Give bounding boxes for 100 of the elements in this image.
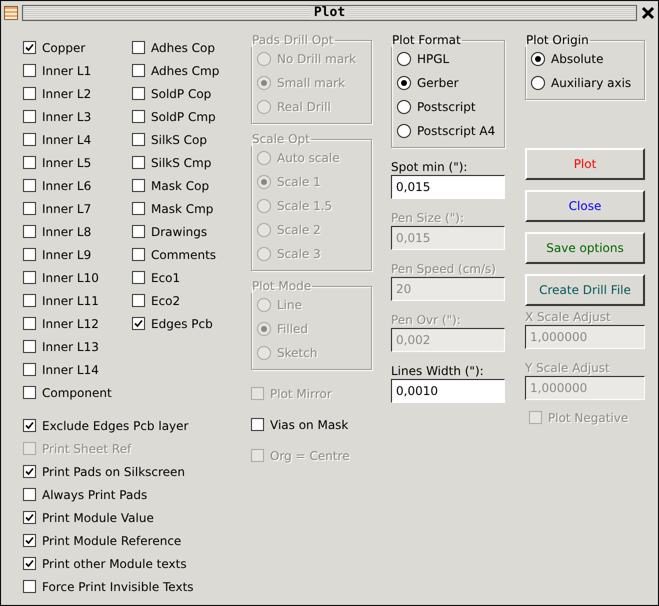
input-field[interactable]: 0,0010 bbox=[391, 379, 505, 403]
dialog-button[interactable]: Save options bbox=[525, 232, 645, 264]
group-title: Scale Opt bbox=[251, 132, 311, 146]
radio-label: No Drill mark bbox=[277, 52, 356, 66]
checkbox[interactable] bbox=[23, 225, 36, 238]
checkbox[interactable] bbox=[132, 225, 145, 238]
radio-label: Scale 1.5 bbox=[277, 199, 332, 213]
checkbox[interactable] bbox=[23, 41, 36, 54]
checkbox[interactable] bbox=[23, 271, 36, 284]
field-label: Pen Speed (cm/s) bbox=[391, 261, 497, 277]
checkbox-label: Component bbox=[42, 386, 112, 400]
checkbox[interactable] bbox=[132, 294, 145, 307]
checkbox[interactable] bbox=[132, 248, 145, 261]
dialog-button[interactable]: Plot bbox=[525, 148, 645, 180]
checkbox[interactable] bbox=[23, 363, 36, 376]
checkbox-label: Inner L4 bbox=[42, 132, 92, 146]
checkbox[interactable] bbox=[23, 534, 36, 547]
radio-label: Postscript bbox=[417, 100, 476, 114]
checkbox-label: Inner L3 bbox=[42, 110, 92, 124]
checkbox-label: Mask Cmp bbox=[151, 202, 214, 216]
field-label: Y Scale Adjust bbox=[525, 360, 611, 376]
radio-button[interactable] bbox=[397, 124, 411, 138]
dialog-button[interactable]: Create Drill File bbox=[525, 274, 645, 306]
checkbox[interactable] bbox=[23, 248, 36, 261]
radio-button[interactable] bbox=[531, 76, 545, 90]
checkbox[interactable] bbox=[132, 202, 145, 215]
radio-label: HPGL bbox=[417, 52, 450, 66]
checkbox-label: Vias on Mask bbox=[270, 418, 348, 432]
checkbox[interactable] bbox=[23, 156, 36, 169]
checkbox[interactable] bbox=[132, 64, 145, 77]
checkbox-label: Inner L13 bbox=[42, 340, 99, 354]
radio-label: Real Drill bbox=[277, 100, 331, 114]
checkbox[interactable] bbox=[132, 156, 145, 169]
checkbox-label: Print other Module texts bbox=[42, 556, 187, 570]
field-label: Spot min ("): bbox=[391, 159, 468, 175]
checkbox[interactable] bbox=[132, 179, 145, 192]
window-menu-icon[interactable] bbox=[4, 6, 18, 20]
checkbox[interactable] bbox=[132, 87, 145, 100]
radio-button[interactable] bbox=[397, 100, 411, 114]
checkbox-label: Force Print Invisible Texts bbox=[42, 580, 194, 594]
checkbox-label: Inner L12 bbox=[42, 316, 99, 330]
checkbox-label: SilkS Cmp bbox=[151, 156, 212, 170]
checkbox-label: Eco2 bbox=[151, 294, 180, 308]
checkbox-label: Adhes Cmp bbox=[151, 64, 220, 78]
radio-label: Scale 2 bbox=[277, 223, 321, 237]
checkbox[interactable] bbox=[251, 418, 264, 431]
radio-label: Filled bbox=[277, 322, 308, 336]
checkbox-label: Inner L11 bbox=[42, 294, 99, 308]
checkbox[interactable] bbox=[132, 133, 145, 146]
checkbox-label: Print Sheet Ref bbox=[42, 442, 132, 456]
checkbox[interactable] bbox=[132, 317, 145, 330]
radio-button[interactable] bbox=[397, 76, 411, 90]
checkbox-label: Print Module Reference bbox=[42, 534, 182, 548]
checkbox-label: Comments bbox=[151, 248, 216, 262]
radio-label: Auxiliary axis bbox=[551, 76, 632, 90]
radio-label: Auto scale bbox=[277, 151, 340, 165]
group-title: Pads Drill Opt bbox=[251, 33, 334, 47]
checkbox-label: Inner L9 bbox=[42, 248, 92, 262]
input-field[interactable]: 0,015 bbox=[391, 175, 505, 199]
checkbox[interactable] bbox=[23, 64, 36, 77]
radio-button[interactable] bbox=[531, 52, 545, 66]
checkbox-label: Inner L14 bbox=[42, 362, 99, 376]
radio-label: Scale 3 bbox=[277, 247, 321, 261]
close-icon[interactable] bbox=[641, 6, 655, 20]
checkbox[interactable] bbox=[23, 202, 36, 215]
checkbox[interactable] bbox=[23, 340, 36, 353]
checkbox-label: Print Module Value bbox=[42, 510, 154, 524]
group-title: Plot Format bbox=[391, 33, 462, 47]
checkbox-label: Exclude Edges Pcb layer bbox=[42, 418, 188, 432]
checkbox-label: Inner L5 bbox=[42, 156, 92, 170]
field-label: Lines Width ("): bbox=[391, 363, 485, 379]
checkbox[interactable] bbox=[23, 317, 36, 330]
checkbox[interactable] bbox=[23, 488, 36, 501]
checkbox[interactable] bbox=[23, 511, 36, 524]
checkbox[interactable] bbox=[23, 110, 36, 123]
checkbox-label: Inner L1 bbox=[42, 64, 92, 78]
checkbox-label: Copper bbox=[42, 40, 86, 54]
checkbox-label: Mask Cop bbox=[151, 178, 210, 192]
checkbox[interactable] bbox=[23, 580, 36, 593]
checkbox[interactable] bbox=[132, 271, 145, 284]
checkbox-label: Always Print Pads bbox=[42, 488, 148, 502]
radio-label: Absolute bbox=[551, 52, 604, 66]
checkbox[interactable] bbox=[23, 419, 36, 432]
checkbox[interactable] bbox=[23, 87, 36, 100]
checkbox[interactable] bbox=[132, 41, 145, 54]
checkbox-label: Inner L8 bbox=[42, 224, 92, 238]
checkbox-label: SilkS Cop bbox=[151, 132, 208, 146]
checkbox[interactable] bbox=[23, 465, 36, 478]
checkbox[interactable] bbox=[132, 110, 145, 123]
dialog-button[interactable]: Close bbox=[525, 190, 645, 222]
checkbox[interactable] bbox=[23, 294, 36, 307]
checkbox[interactable] bbox=[23, 179, 36, 192]
checkbox-label: Eco1 bbox=[151, 270, 180, 284]
checkbox[interactable] bbox=[23, 133, 36, 146]
radio-button[interactable] bbox=[397, 52, 411, 66]
checkbox[interactable] bbox=[23, 557, 36, 570]
checkbox[interactable] bbox=[23, 386, 36, 399]
checkbox-label: Inner L7 bbox=[42, 202, 92, 216]
field-label: X Scale Adjust bbox=[525, 309, 612, 325]
field-label: Pen Size ("): bbox=[391, 210, 465, 226]
